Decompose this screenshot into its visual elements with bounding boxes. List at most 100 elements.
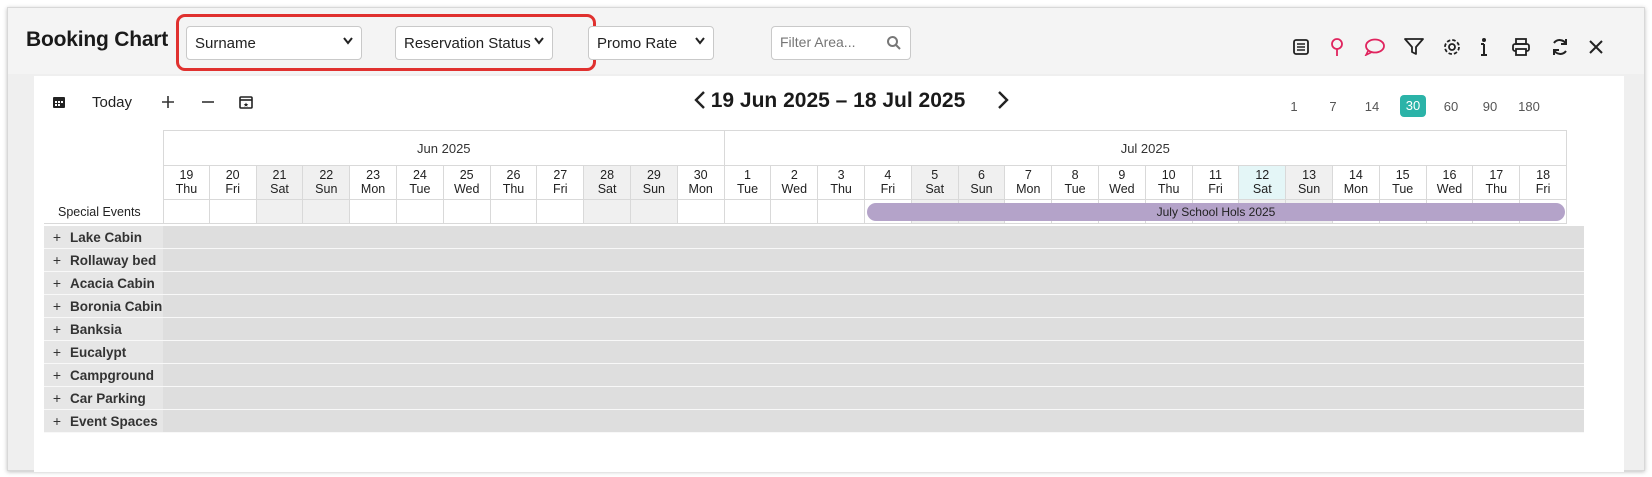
expand-icon[interactable]: + xyxy=(44,364,70,386)
area-row-label[interactable]: +Banksia Cabin xyxy=(44,318,163,359)
refresh-icon[interactable] xyxy=(1549,36,1571,58)
day-header: 9 Wed xyxy=(1099,166,1146,200)
zoom-option-180[interactable]: 180 xyxy=(1516,96,1542,118)
list-icon[interactable] xyxy=(1290,36,1312,58)
day-header: 26 Thu xyxy=(490,166,538,200)
expand-icon[interactable]: + xyxy=(44,295,70,317)
zoom-option-90[interactable]: 90 xyxy=(1477,96,1503,118)
day-header: 2 Wed xyxy=(771,166,819,200)
zoom-out-icon[interactable] xyxy=(201,92,215,112)
special-events-cell[interactable] xyxy=(350,200,397,224)
special-events-cell[interactable] xyxy=(771,200,819,224)
zoom-option-1[interactable]: 1 xyxy=(1281,96,1307,118)
day-of-week: Sat xyxy=(925,182,945,196)
expand-icon[interactable]: + xyxy=(44,387,70,409)
promo-rate-select-value: Promo Rate xyxy=(597,34,678,52)
area-row-cells[interactable] xyxy=(163,387,1584,409)
area-row-label[interactable]: + Car Parking xyxy=(44,387,163,409)
reservation-status-select[interactable]: Reservation Status xyxy=(395,26,553,60)
day-header: 25 Wed xyxy=(443,166,491,200)
page-title: Booking Chart xyxy=(26,28,169,51)
chat-icon[interactable] xyxy=(1364,36,1386,58)
special-events-cell[interactable] xyxy=(537,200,585,224)
special-events-cell[interactable] xyxy=(163,200,210,224)
area-row-label[interactable]: +Eucalypt Cabin xyxy=(44,341,163,382)
area-row-label[interactable]: + Boronia Cabin xyxy=(44,295,163,317)
area-row: + Car Parking xyxy=(44,387,1584,410)
special-events-cell[interactable] xyxy=(443,200,491,224)
expand-icon[interactable]: + xyxy=(44,226,70,248)
special-events-cell[interactable] xyxy=(256,200,304,224)
special-events-cell[interactable] xyxy=(724,200,772,224)
filter-icon[interactable] xyxy=(1403,36,1425,58)
day-number: 3 xyxy=(837,168,845,182)
area-row-cells[interactable] xyxy=(163,341,1584,363)
day-number: 18 xyxy=(1536,168,1551,182)
surname-select-value: Surname xyxy=(195,34,256,52)
zoom-option-60[interactable]: 60 xyxy=(1438,96,1464,118)
special-events-cell[interactable] xyxy=(677,200,725,224)
day-of-week: Wed xyxy=(781,182,808,196)
day-of-week: Fri xyxy=(1535,182,1551,196)
area-row-cells[interactable] xyxy=(163,226,1584,248)
area-name: Event Spaces xyxy=(70,414,158,429)
area-row-cells[interactable] xyxy=(163,272,1584,294)
special-events-cell[interactable] xyxy=(490,200,538,224)
special-events-cell[interactable] xyxy=(303,200,351,224)
special-events-cell[interactable] xyxy=(818,200,865,224)
print-icon[interactable] xyxy=(1510,36,1532,58)
expand-icon[interactable]: + xyxy=(44,249,70,271)
special-events-cell[interactable] xyxy=(397,200,444,224)
day-number: 16 xyxy=(1442,168,1457,182)
area-row-label[interactable]: + Acacia Cabin xyxy=(44,272,163,294)
day-of-week: Sat xyxy=(597,182,617,196)
day-number: 15 xyxy=(1395,168,1410,182)
area-row-label[interactable]: + Event Spaces xyxy=(44,410,163,432)
area-row-cells[interactable] xyxy=(163,410,1584,432)
day-of-week: Wed xyxy=(1436,182,1463,196)
expand-icon[interactable]: + xyxy=(44,272,70,294)
special-events-cell[interactable] xyxy=(209,200,257,224)
area-row-label[interactable]: + Lake Cabin xyxy=(44,226,163,248)
day-of-week: Fri xyxy=(1208,182,1223,196)
filter-area-field[interactable] xyxy=(771,26,911,60)
expand-icon[interactable]: + xyxy=(44,341,70,363)
day-header: 13 Sun xyxy=(1286,166,1333,200)
area-row-label[interactable]: + Campground xyxy=(44,364,163,386)
special-events-cell[interactable] xyxy=(631,200,678,224)
zoom-option-14[interactable]: 14 xyxy=(1359,96,1385,118)
area-name: Rollaway bed xyxy=(70,253,157,268)
zoom-option-7[interactable]: 7 xyxy=(1320,96,1346,118)
month-header: Jul 2025 xyxy=(724,130,1567,166)
filter-area-input[interactable] xyxy=(780,27,880,57)
search-icon[interactable] xyxy=(886,35,902,56)
expand-icon[interactable]: + xyxy=(44,410,70,432)
expand-icon[interactable]: + xyxy=(44,318,70,340)
info-icon[interactable] xyxy=(1473,36,1495,58)
pin-icon[interactable] xyxy=(1326,36,1348,58)
calendar-icon[interactable] xyxy=(52,92,66,112)
special-events-cell[interactable] xyxy=(584,200,631,224)
close-icon[interactable] xyxy=(1585,36,1607,58)
area-row-label[interactable]: + Rollaway bed xyxy=(44,249,163,271)
area-row-cells[interactable] xyxy=(163,249,1584,271)
promo-rate-select[interactable]: Promo Rate xyxy=(588,26,714,60)
area-row-cells[interactable] xyxy=(163,364,1584,386)
area-row: + Boronia Cabin xyxy=(44,295,1584,318)
area-row-cells[interactable] xyxy=(163,318,1584,340)
zoom-option-30[interactable]: 30 xyxy=(1400,95,1426,117)
settings-icon[interactable] xyxy=(1441,36,1463,58)
day-number: 4 xyxy=(884,168,892,182)
event-bar[interactable]: July School Hols 2025 xyxy=(867,203,1565,221)
date-picker-icon[interactable] xyxy=(239,92,253,112)
area-row-cells[interactable] xyxy=(163,295,1584,317)
surname-select[interactable]: Surname xyxy=(186,26,362,60)
area-name: Campground xyxy=(70,368,154,383)
day-of-week: Sun xyxy=(642,182,666,196)
zoom-in-icon[interactable] xyxy=(161,92,175,112)
day-header: 20 Fri xyxy=(209,166,257,200)
day-header: 23 Mon xyxy=(350,166,397,200)
next-period-button[interactable] xyxy=(997,90,1009,116)
day-header: 24 Tue xyxy=(397,166,444,200)
today-button[interactable]: Today xyxy=(92,92,132,112)
